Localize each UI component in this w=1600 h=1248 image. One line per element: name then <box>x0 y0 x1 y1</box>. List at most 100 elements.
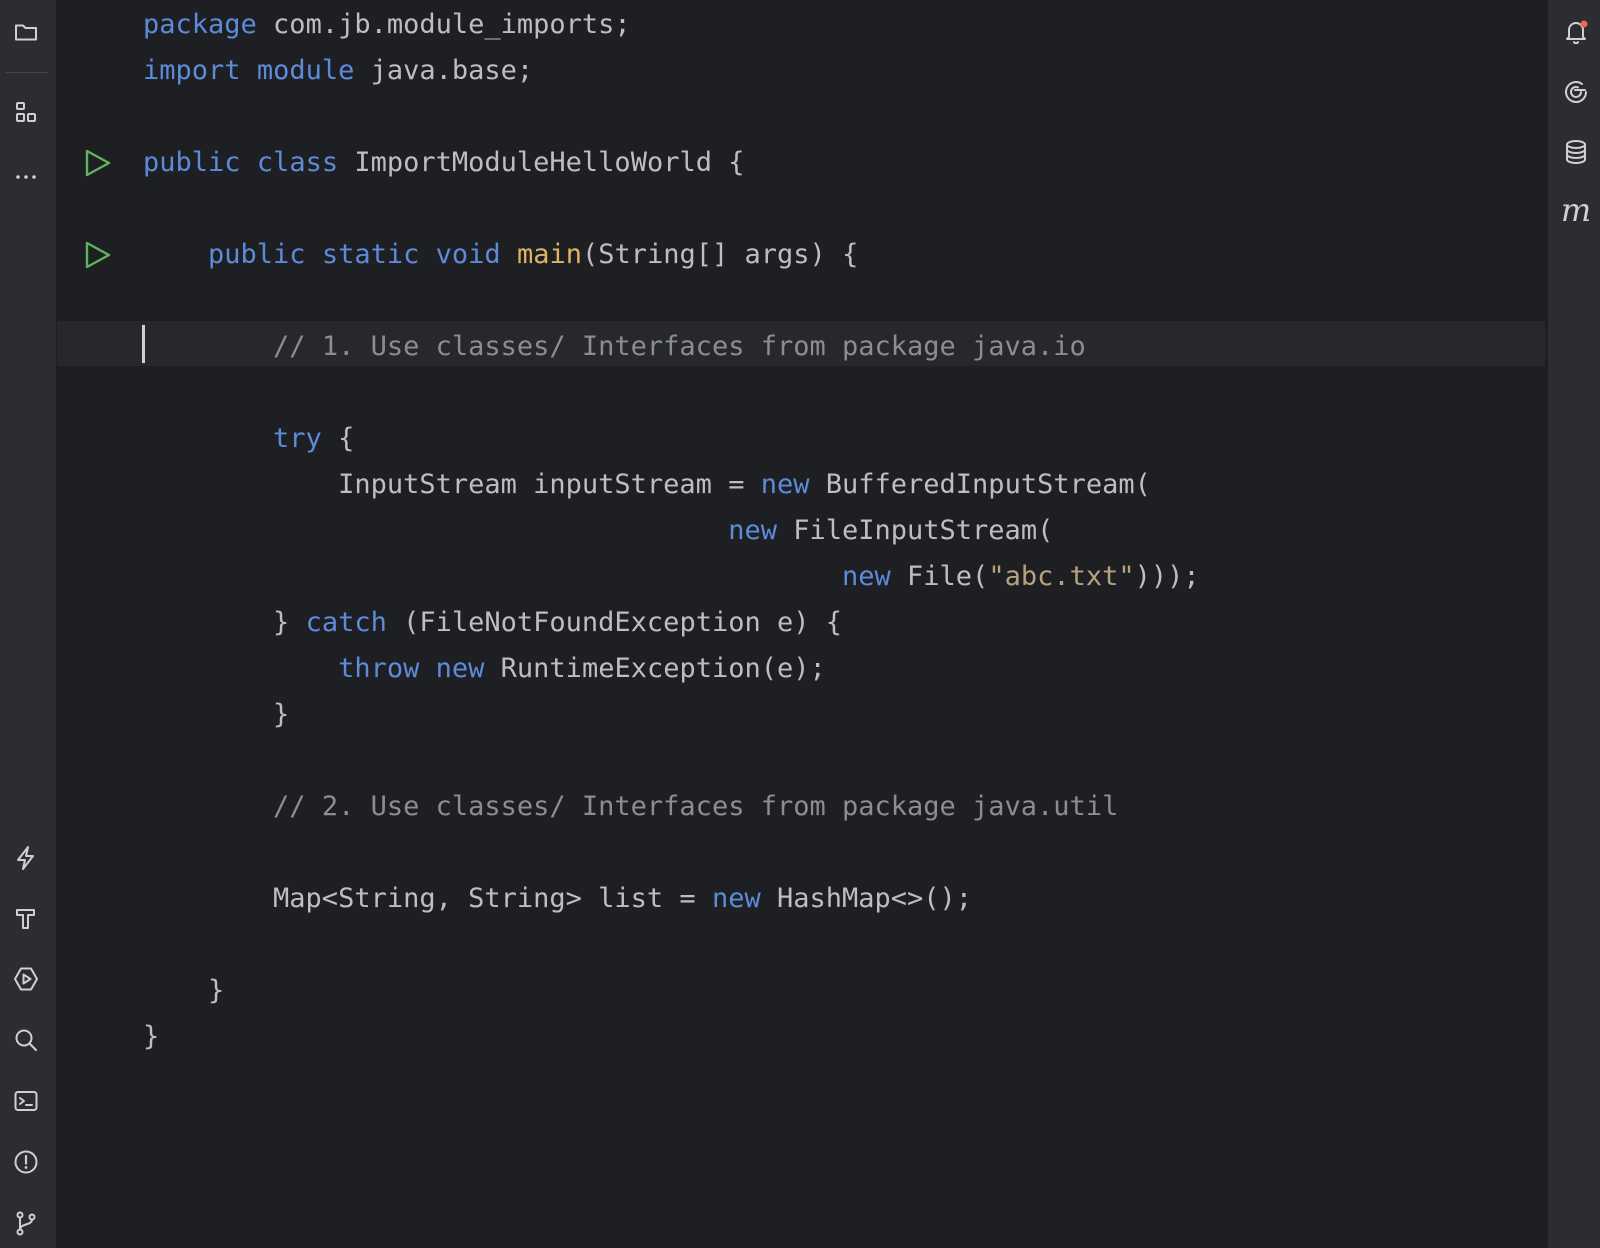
code-line-16[interactable]: } <box>143 692 289 737</box>
code-token: FileInputStream( <box>776 515 1054 546</box>
code-token: // 1. Use classes/ Interfaces from packa… <box>273 331 1086 362</box>
more-tool-windows-button[interactable] <box>8 154 44 190</box>
run-gutter-icon[interactable] <box>83 148 113 178</box>
code-token: public <box>143 147 241 178</box>
search-icon <box>15 1029 37 1051</box>
code-token: static <box>321 239 420 270</box>
terminal-icon <box>14 1091 38 1111</box>
code-token: module <box>256 55 355 86</box>
code-line-1[interactable]: package com.jb.module_imports; <box>143 2 631 47</box>
terminal-button[interactable] <box>8 1083 44 1119</box>
code-line-15[interactable]: throw new RuntimeException(e); <box>143 646 826 691</box>
code-token: HashMap<>(); <box>760 883 973 914</box>
toolbar-separator <box>6 72 48 73</box>
ai-assistant-button[interactable] <box>1558 74 1594 110</box>
code-token: ))); <box>1134 561 1200 592</box>
code-token: throw <box>338 653 420 684</box>
code-token: import <box>143 55 241 86</box>
code-token: new <box>711 883 761 914</box>
right-tool-window-bar: m <box>1548 0 1600 1248</box>
code-token: (String[] args) { <box>581 239 859 270</box>
code-token: new <box>728 515 777 546</box>
code-token: catch <box>305 607 387 638</box>
git-branch-icon <box>16 1211 36 1236</box>
services-button[interactable] <box>8 840 44 876</box>
code-token: } <box>143 1021 160 1052</box>
code-line-11[interactable]: InputStream inputStream = new BufferedIn… <box>143 462 1151 507</box>
code-line-13[interactable]: new File("abc.txt"))); <box>143 554 1200 599</box>
database-button[interactable] <box>1558 134 1594 170</box>
left-tool-window-bar <box>0 0 57 1248</box>
code-token: ImportModuleHelloWorld { <box>338 147 745 178</box>
maven-icon: m <box>1560 191 1592 229</box>
code-editor[interactable]: package com.jb.module_imports; import mod… <box>57 0 1599 1248</box>
code-token: new <box>841 561 891 592</box>
structure-icon <box>16 102 36 122</box>
code-token: class <box>256 147 339 178</box>
code-token: (FileNotFoundException e) { <box>386 607 842 638</box>
code-token: "abc.txt" <box>988 561 1135 592</box>
structure-button[interactable] <box>8 94 44 130</box>
code-line-20[interactable]: Map<String, String> list = new HashMap<>… <box>143 876 972 921</box>
code-token: package <box>143 9 257 40</box>
code-token: main <box>516 239 582 270</box>
code-token: BufferedInputStream( <box>809 469 1151 500</box>
code-token: } <box>143 607 306 638</box>
code-token: RuntimeException(e); <box>484 653 826 684</box>
code-line-4[interactable]: public class ImportModuleHelloWorld { <box>143 140 744 185</box>
database-icon <box>1566 140 1586 164</box>
code-line-18[interactable]: // 2. Use classes/ Interfaces from packa… <box>143 784 1118 829</box>
code-line-14[interactable]: } catch (FileNotFoundException e) { <box>143 600 842 645</box>
code-line-12[interactable]: new FileInputStream( <box>143 508 1053 553</box>
maven-button[interactable]: m <box>1558 192 1594 228</box>
build-button[interactable] <box>8 900 44 936</box>
code-line-22[interactable]: } <box>143 968 224 1013</box>
code-line-2[interactable]: import module java.base; <box>143 48 533 93</box>
find-button[interactable] <box>8 1022 44 1058</box>
code-line-8[interactable]: // 1. Use classes/ Interfaces from packa… <box>143 324 1086 369</box>
problems-icon <box>14 1150 38 1174</box>
code-token: com.jb.module_imports; <box>256 9 631 40</box>
code-token: Map<String, String> list = <box>143 883 712 914</box>
code-line-6[interactable]: public static void main(String[] args) { <box>143 232 858 277</box>
notifications-button[interactable] <box>1558 14 1594 50</box>
code-line-23[interactable]: } <box>143 1014 159 1059</box>
hammer-icon <box>16 909 35 929</box>
problems-button[interactable] <box>8 1144 44 1180</box>
code-token: { <box>321 423 355 454</box>
project-button[interactable] <box>8 14 44 50</box>
folder-icon <box>15 24 37 41</box>
notification-badge <box>1580 20 1588 28</box>
lightning-icon <box>17 846 34 870</box>
ai-assistant-icon <box>1565 81 1587 103</box>
code-token: } <box>143 699 290 730</box>
code-token: InputStream inputStream = <box>143 469 761 500</box>
more-icon <box>16 175 36 179</box>
code-token: // 2. Use classes/ Interfaces from packa… <box>273 791 1119 822</box>
code-token: try <box>273 423 322 454</box>
code-token: void <box>435 239 501 270</box>
code-token: public <box>208 239 306 270</box>
git-button[interactable] <box>8 1205 44 1241</box>
code-token: new <box>435 653 485 684</box>
run-icon <box>14 967 38 991</box>
run-tool-button[interactable] <box>8 961 44 997</box>
code-token: java.base; <box>354 55 534 86</box>
code-token: new <box>760 469 810 500</box>
run-gutter-icon[interactable] <box>83 240 113 270</box>
code-token: File( <box>890 561 989 592</box>
code-token: } <box>143 975 225 1006</box>
code-line-10[interactable]: try { <box>143 416 354 461</box>
